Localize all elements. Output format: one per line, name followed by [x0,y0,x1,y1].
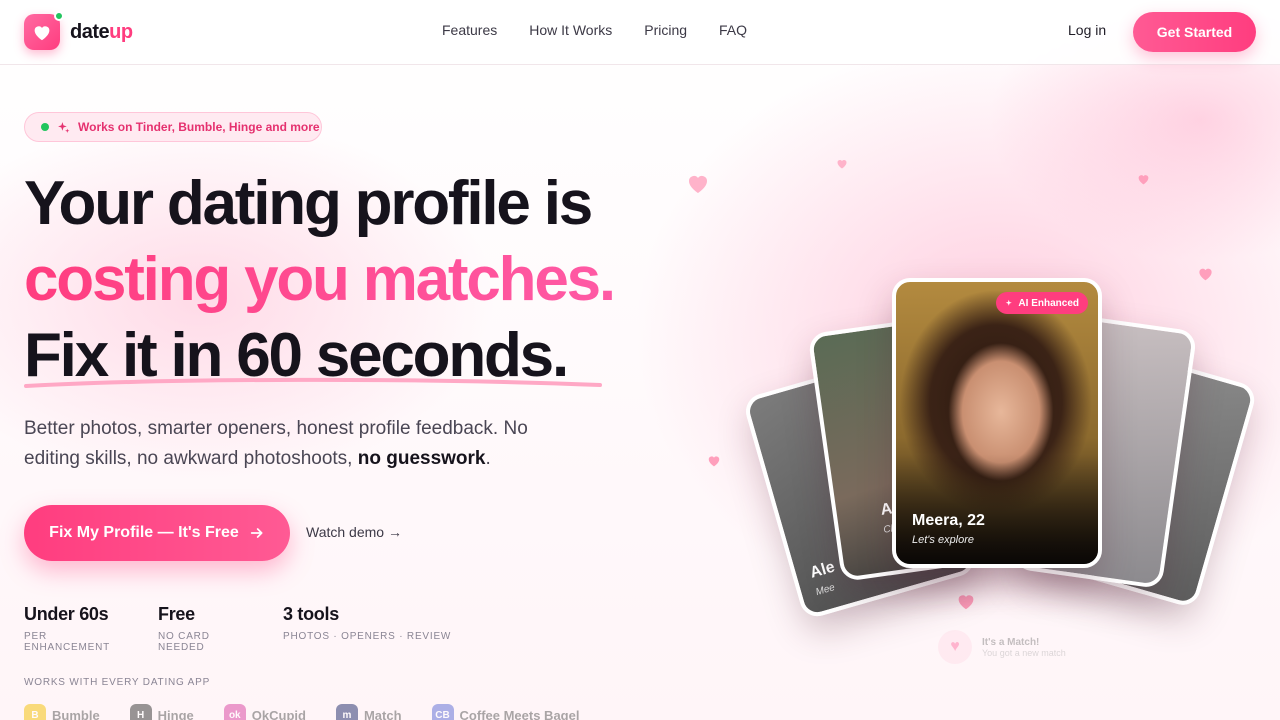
match-icon: m [335,704,358,720]
login-link[interactable]: Log in [1068,22,1106,38]
nav-link-faq[interactable]: FAQ [719,22,747,38]
profile-tagline: Let's explore [912,534,975,546]
ai-enhanced-badge: AI Enhanced [996,292,1088,314]
top-nav: dateup Features How It Works Pricing FAQ… [0,0,1280,65]
pill-text: Works on Tinder, Bumble, Hinge and more [78,120,320,134]
compat-pill: Works on Tinder, Bumble, Hinge and more [24,112,322,142]
stat-price: Free NO CARD NEEDED [158,604,210,653]
app-match: m Match [335,704,402,720]
profile-card-featured[interactable]: AI Enhanced Meera, 22 Let's explore [892,278,1102,568]
heart-icon [689,176,707,193]
heart-icon [1138,175,1149,185]
profile-card-stack: Ale Mee Ana Chai ov AI Enhanced Meera, 2… [740,260,1260,621]
app-bumble: B Bumble [24,704,100,720]
underline-decoration [24,377,602,388]
nav-link-pricing[interactable]: Pricing [644,22,687,38]
watch-demo-link[interactable]: Watch demo → [306,524,402,540]
nav-links: Features How It Works Pricing FAQ [442,22,747,38]
works-with-label: WORKS WITH EVERY DATING APP [24,677,211,688]
heart-icon [837,160,847,169]
profile-name: Meera, 22 [912,512,985,529]
online-dot [54,11,64,21]
bumble-icon: B [24,704,46,720]
stats-row: Under 60s PER ENHANCEMENT Free NO CARD NEE… [24,604,483,653]
headline-line-1: Your dating profile is [24,169,593,238]
stat-speed: Under 60s PER ENHANCEMENT [24,604,111,653]
app-hinge: H Hinge [129,704,194,720]
nav-link-features[interactable]: Features [442,22,497,38]
heart-icon [24,11,64,50]
sparkle-icon [58,121,70,133]
heart-icon: ♥ [938,630,972,664]
logo-text: dateup [70,20,133,43]
logo[interactable]: dateup [24,11,133,50]
sparkle-icon [1006,299,1013,306]
headline-line-3: Fix it in 60 seconds. [24,318,602,394]
heart-icon [708,456,720,467]
nav-link-how-it-works[interactable]: How It Works [529,22,612,38]
match-toast: ♥ It's a Match! You got a new match [938,630,1066,664]
app-logos: B Bumble H Hinge ok OkCupid m Match CB Coffee… [24,704,579,720]
status-dot [41,123,49,131]
hero-subtitle: Better photos, smarter openers, honest p… [24,418,528,469]
cmb-icon: CB [431,704,454,720]
headline-line-2: costing you matches. [24,242,616,318]
app-cmb: CB Coffee Meets Bagel [431,704,579,720]
okcupid-icon: ok [223,704,246,720]
stat-tools: 3 tools PHOTOS · OPENERS · REVIEW [283,604,452,642]
fix-profile-button[interactable]: Fix My Profile — It's Free [24,505,290,561]
hero-headline: Your dating profile is costing you match… [24,166,616,394]
hinge-icon: H [129,704,152,720]
arrow-right-icon [250,528,263,538]
get-started-button[interactable]: Get Started [1133,12,1256,52]
app-okcupid: ok OkCupid [223,704,306,720]
